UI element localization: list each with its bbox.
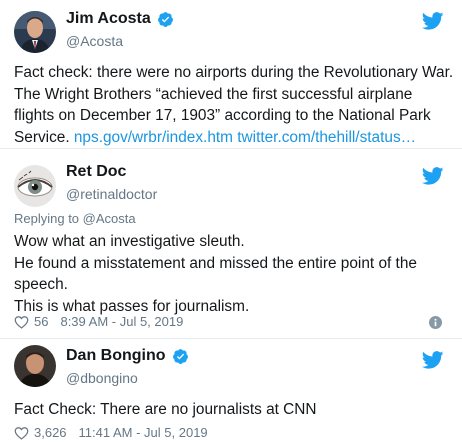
display-name-row[interactable]: Ret Doc (66, 163, 126, 181)
info-icon[interactable] (429, 316, 442, 329)
tweet-text-line: flights on December 17, 1903” according … (14, 107, 431, 124)
tweet-jim-acosta: Jim Acosta @Acosta Fact check: there wer… (0, 0, 462, 148)
tweet-text: Fact check: there were no airports durin… (14, 62, 454, 149)
twitter-bird-icon[interactable] (422, 12, 444, 30)
tweet-text-line: speech. (14, 276, 68, 293)
twitter-bird-icon[interactable] (422, 351, 444, 369)
verified-badge-icon (172, 348, 188, 364)
avatar[interactable] (14, 345, 56, 387)
tweet-ret-doc: Ret Doc @retinaldoctor Replying to @Acos… (0, 148, 462, 338)
display-name[interactable]: Ret Doc (66, 163, 126, 181)
display-name[interactable]: Jim Acosta (66, 10, 151, 28)
link-nps[interactable]: nps.gov/wrbr/index.htm (74, 129, 233, 146)
replying-to[interactable]: Replying to @Acosta (14, 211, 136, 226)
link-twitter-status[interactable]: twitter.com/thehill/status… (237, 129, 416, 146)
tweet-footer: 56 8:39 AM - Jul 5, 2019 (14, 314, 183, 329)
like-count[interactable]: 56 (34, 314, 48, 329)
tweet-text-line: The Wright Brothers “achieved the first … (14, 85, 413, 103)
twitter-bird-icon[interactable] (422, 167, 444, 185)
verified-badge-icon (157, 11, 173, 27)
tweet-text-line: He found a misstatement and missed the e… (14, 254, 417, 272)
tweet-text-line: Service. nps.gov/wrbr/index.htm twitter.… (14, 127, 452, 149)
tweet-text-line: Fact check: there were no airports durin… (14, 64, 454, 81)
heart-icon[interactable] (14, 426, 29, 440)
display-name-row[interactable]: Jim Acosta (66, 10, 174, 28)
user-handle[interactable]: @retinaldoctor (66, 186, 157, 202)
like-count[interactable]: 3,626 (34, 425, 67, 440)
user-handle[interactable]: @Acosta (66, 33, 123, 49)
tweet-text: Fact Check: There are no journalists at … (14, 399, 452, 421)
user-handle[interactable]: @dbongino (66, 370, 138, 386)
tweet-dan-bongino: Dan Bongino @dbongino Fact Check: There … (0, 338, 462, 444)
tweet-text-fragment: Service. (14, 128, 74, 146)
tweet-text-line: Wow what an investigative sleuth. (14, 233, 245, 250)
display-name[interactable]: Dan Bongino (66, 347, 166, 365)
heart-icon[interactable] (14, 315, 29, 329)
avatar[interactable] (14, 165, 56, 207)
display-name-row[interactable]: Dan Bongino (66, 347, 189, 365)
timestamp[interactable]: 8:39 AM - Jul 5, 2019 (60, 314, 183, 329)
tweet-text-line: Fact Check: There are no journalists at … (14, 401, 317, 418)
avatar[interactable] (14, 11, 56, 53)
tweet-footer: 3,626 11:41 AM - Jul 5, 2019 (14, 425, 208, 440)
timestamp[interactable]: 11:41 AM - Jul 5, 2019 (79, 425, 208, 440)
tweet-text: Wow what an investigative sleuth. He fou… (14, 231, 452, 317)
